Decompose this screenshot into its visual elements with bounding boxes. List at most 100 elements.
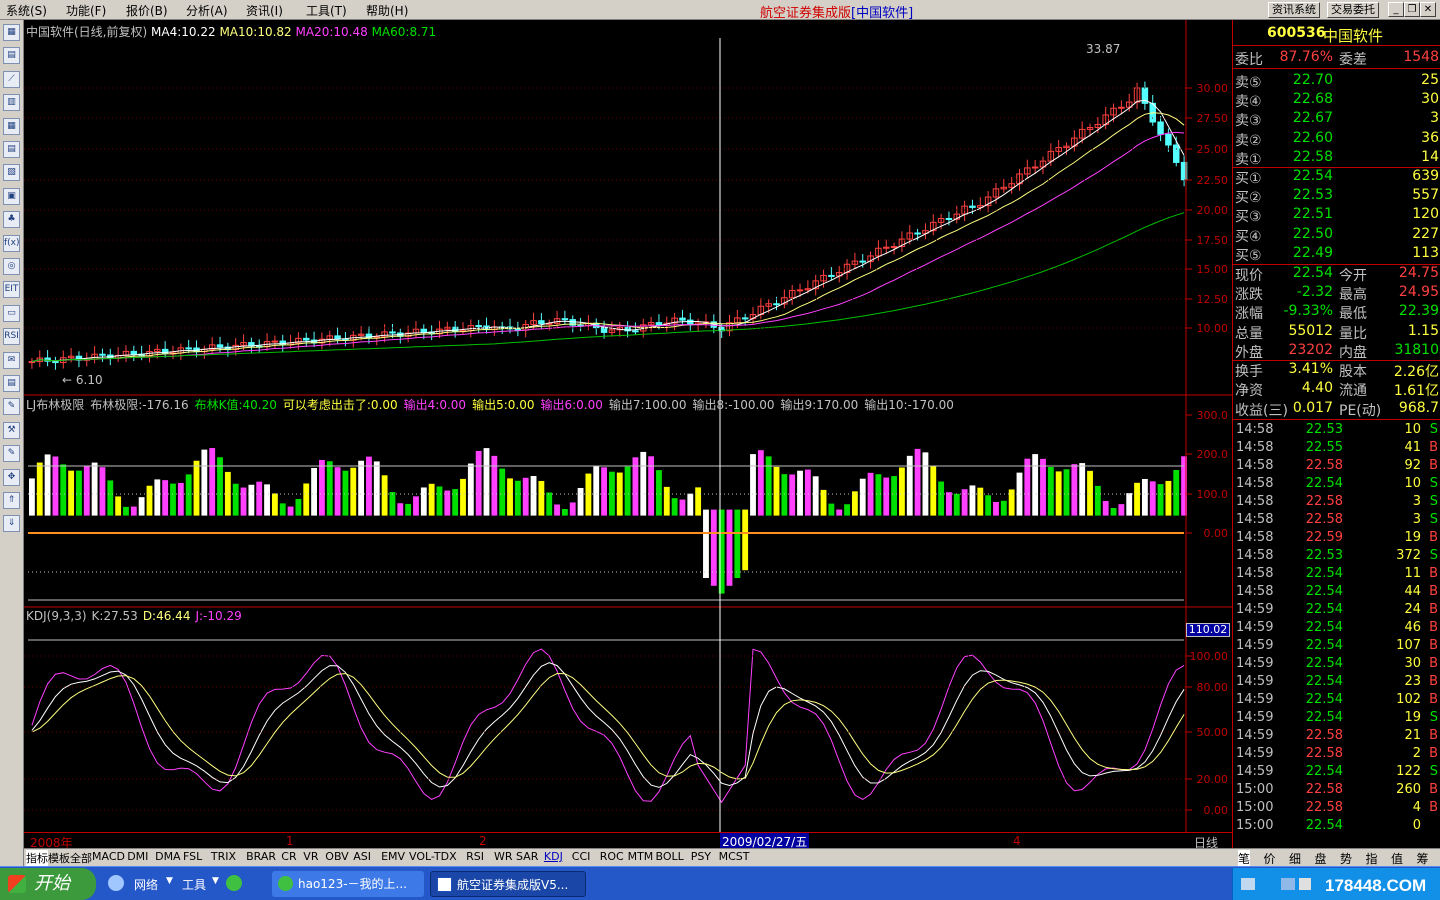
menu-function[interactable]: 功能(F): [66, 2, 106, 19]
close-icon[interactable]: ✕: [1420, 2, 1436, 17]
toolbar-tool-12-icon[interactable]: ▭: [3, 304, 20, 322]
toolbar-tool-13-icon[interactable]: RSI: [3, 328, 20, 346]
app-title-text: 航空证券集成版: [760, 6, 852, 21]
tab-obv[interactable]: OBV: [325, 850, 348, 863]
tab-sar[interactable]: SAR: [516, 850, 538, 863]
restore-icon[interactable]: ❐: [1404, 2, 1420, 17]
info-system-button[interactable]: 资讯系统: [1268, 2, 1320, 18]
menu-tools[interactable]: 工具(T): [306, 2, 347, 19]
tab-mtm[interactable]: MTM: [628, 850, 654, 863]
tab-kdj[interactable]: KDJ: [544, 850, 563, 863]
tab-emv[interactable]: EMV: [381, 850, 405, 863]
browser-icon[interactable]: [226, 875, 242, 891]
quote-tab-4[interactable]: 势: [1340, 850, 1352, 867]
toolbar-tool-20-icon[interactable]: ⇑: [3, 492, 20, 509]
chevron-down-icon[interactable]: ▼: [166, 876, 173, 886]
network-icon[interactable]: [1281, 878, 1295, 890]
tab-vr[interactable]: VR: [303, 850, 318, 863]
toolbar-tool-10-icon[interactable]: ◎: [3, 258, 20, 275]
quick-network[interactable]: 网络: [134, 876, 158, 893]
quote-tab-6[interactable]: 值: [1391, 850, 1403, 867]
toolbar-tool-9-icon[interactable]: f(x): [3, 234, 20, 252]
indicator-bar: [444, 490, 451, 516]
menu-system[interactable]: 系统(S): [6, 2, 47, 19]
toolbar-tool-5-icon[interactable]: ▤: [3, 141, 20, 158]
toolbar-tool-4-icon[interactable]: ▦: [3, 117, 20, 135]
indicator-bar: [475, 450, 482, 516]
tab-mcst[interactable]: MCST: [719, 850, 750, 863]
indicator-bar: [804, 469, 811, 516]
tab-模板[interactable]: 模板: [48, 850, 70, 866]
start-button[interactable]: 开始: [0, 868, 96, 900]
toolbar-tool-14-icon[interactable]: ✉: [3, 351, 20, 369]
keyboard-icon[interactable]: [1241, 878, 1255, 890]
tab-brar[interactable]: BRAR: [246, 850, 276, 863]
tick-volume: 19: [1404, 710, 1421, 725]
app-icon: [437, 877, 452, 892]
toolbar-tool-17-icon[interactable]: ⚒: [3, 421, 20, 439]
tab-全部[interactable]: 全部: [70, 850, 92, 866]
menu-analysis[interactable]: 分析(A): [186, 2, 228, 19]
quote-tab-7[interactable]: 筹: [1417, 850, 1429, 867]
task-trading-app[interactable]: 航空证券集成版V5...: [430, 871, 586, 897]
task-browser[interactable]: hao123-－我的上...: [272, 871, 424, 897]
indicator-bar: [687, 493, 694, 516]
tab-boll[interactable]: BOLL: [656, 850, 684, 863]
tab-cci[interactable]: CCI: [572, 850, 591, 863]
quote-tab-0[interactable]: 笔: [1238, 850, 1251, 867]
menu-quote[interactable]: 报价(B): [126, 2, 168, 19]
tick-volume: 46: [1404, 620, 1421, 635]
tab-trix[interactable]: TRIX: [211, 850, 236, 863]
quick-tools[interactable]: 工具: [182, 876, 206, 893]
bid-row: 买④ 22.50 227: [1233, 226, 1440, 245]
quote-tab-5[interactable]: 指: [1366, 850, 1378, 867]
tab-macd[interactable]: MACD: [92, 850, 125, 863]
toolbar-tool-19-icon[interactable]: ✥: [3, 468, 20, 486]
tab-dmi[interactable]: DMI: [127, 850, 148, 863]
quote-tab-1[interactable]: 价: [1264, 850, 1276, 867]
trade-order-button[interactable]: 交易委托: [1327, 2, 1379, 18]
ie-icon[interactable]: [108, 875, 124, 891]
toolbar-tool-16-icon[interactable]: ✎: [3, 398, 20, 416]
toolbar-tool-8-icon[interactable]: ♣: [3, 211, 20, 229]
toolbar-tool-15-icon[interactable]: ▤: [3, 375, 20, 392]
toolbar-tool-6-icon[interactable]: ▧: [3, 164, 20, 182]
tab-roc[interactable]: ROC: [600, 850, 624, 863]
indicator-bar: [1118, 504, 1125, 516]
tab-cr[interactable]: CR: [281, 850, 296, 863]
tick-row: 14:59 22.54 23 B: [1233, 674, 1440, 692]
toolbar-tool-1-icon[interactable]: ▤: [3, 47, 20, 65]
toolbar-tool-7-icon[interactable]: ▣: [3, 187, 20, 205]
tab-指标[interactable]: 指标: [26, 850, 48, 866]
chevron-down-icon[interactable]: ▼: [212, 876, 219, 886]
chart-area[interactable]: 30.00 27.50 25.00 22.50 20.00 17.50 15.00 12.50…: [24, 20, 1232, 850]
tab-vol-tdx[interactable]: VOL-TDX: [409, 850, 457, 863]
toolbar-tool-11-icon[interactable]: EIT: [3, 281, 20, 299]
quote-tab-3[interactable]: 盘: [1315, 850, 1327, 867]
menu-help[interactable]: 帮助(H): [366, 2, 408, 19]
x-axis: 2008年 1 2 4 2009/02/27/五 日线: [24, 832, 1232, 850]
toolbar-tool-0-icon[interactable]: ▦: [3, 24, 20, 41]
volume-icon[interactable]: [1299, 878, 1311, 890]
tab-psy[interactable]: PSY: [691, 850, 711, 863]
toolbar-tool-3-icon[interactable]: ▥: [3, 94, 20, 112]
tab-dma[interactable]: DMA: [155, 850, 181, 863]
tab-wr[interactable]: WR: [494, 850, 513, 863]
indicator-bar: [483, 448, 490, 516]
menu-info[interactable]: 资讯(I): [246, 2, 283, 19]
tab-rsi[interactable]: RSI: [466, 850, 484, 863]
stat-value: 2.26亿: [1393, 364, 1439, 380]
toolbar-tool-18-icon[interactable]: ✎: [3, 445, 20, 463]
indicator-bar: [350, 467, 357, 516]
indicator-bar: [844, 504, 850, 516]
toolbar-tool-2-icon[interactable]: ⟋: [3, 70, 20, 88]
tab-asi[interactable]: ASI: [353, 850, 371, 863]
stat-value: 31810: [1394, 341, 1439, 358]
indicator-bar: [899, 467, 905, 516]
toolbar-tool-21-icon[interactable]: ⇓: [3, 515, 20, 533]
tab-fsl[interactable]: FSL: [183, 850, 202, 863]
minimize-icon[interactable]: _: [1388, 2, 1404, 17]
candle-body: [859, 260, 866, 263]
quote-tab-2[interactable]: 细: [1289, 850, 1301, 867]
tick-time: 14:58: [1236, 530, 1274, 545]
